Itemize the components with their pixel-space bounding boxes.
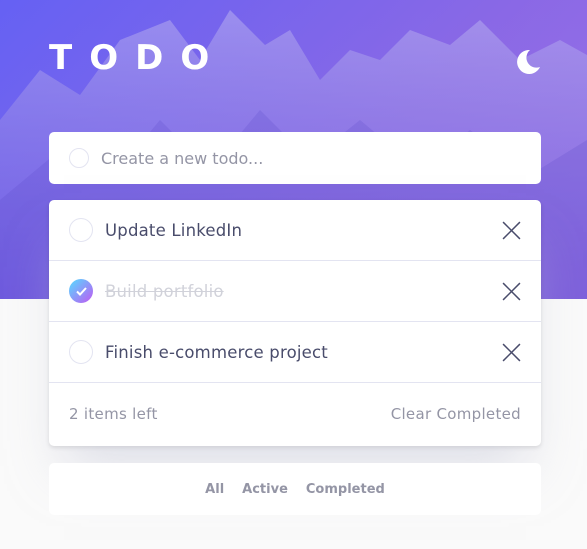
todo-item: Update LinkedIn bbox=[49, 200, 541, 261]
new-todo-circle bbox=[69, 148, 89, 168]
new-todo-bar bbox=[49, 132, 541, 184]
todo-list: Update LinkedIn Build portfolio Finish e… bbox=[49, 200, 541, 446]
todo-footer: 2 items left Clear Completed bbox=[49, 383, 541, 445]
cross-icon[interactable] bbox=[502, 221, 521, 240]
check-icon bbox=[75, 286, 87, 296]
todo-checkbox[interactable] bbox=[69, 340, 93, 364]
todo-checkbox-checked[interactable] bbox=[69, 279, 93, 303]
app-title: TODO bbox=[49, 38, 227, 78]
filter-all-button[interactable]: All bbox=[205, 482, 224, 497]
cross-icon[interactable] bbox=[502, 282, 521, 301]
todo-label[interactable]: Build portfolio bbox=[105, 282, 224, 301]
filter-active-button[interactable]: Active bbox=[242, 482, 288, 497]
filter-completed-button[interactable]: Completed bbox=[306, 482, 385, 497]
todo-label[interactable]: Finish e-commerce project bbox=[105, 343, 328, 362]
cross-icon[interactable] bbox=[502, 343, 521, 362]
todo-label[interactable]: Update LinkedIn bbox=[105, 221, 242, 240]
clear-completed-button[interactable]: Clear Completed bbox=[391, 405, 521, 423]
filter-bar: All Active Completed bbox=[49, 463, 541, 515]
todo-checkbox[interactable] bbox=[69, 218, 93, 242]
new-todo-input[interactable] bbox=[101, 143, 521, 173]
todo-item: Build portfolio bbox=[49, 261, 541, 322]
moon-icon bbox=[517, 49, 540, 74]
items-left-count: 2 items left bbox=[69, 405, 158, 423]
theme-toggle-button[interactable] bbox=[513, 47, 543, 77]
todo-item: Finish e-commerce project bbox=[49, 322, 541, 383]
